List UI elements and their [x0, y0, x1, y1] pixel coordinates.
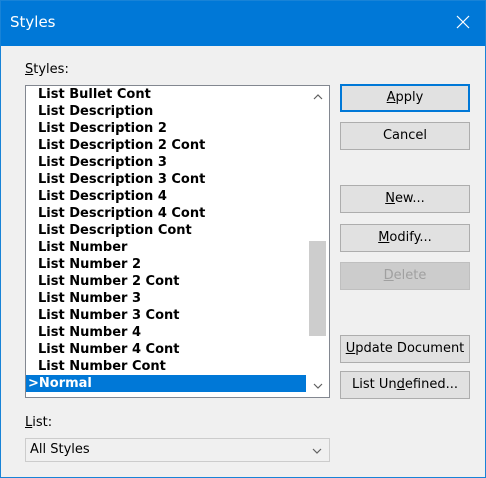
style-list-item[interactable]: List Description 4 Cont	[26, 205, 306, 222]
style-list-item[interactable]: List Number 2	[26, 256, 306, 273]
style-list-item[interactable]: List Bullet Cont	[26, 86, 306, 103]
style-list-item[interactable]: List Description 2	[26, 120, 306, 137]
list-filter-dropdown[interactable]: All Styles	[25, 438, 330, 462]
modify-button[interactable]: Modify...	[340, 224, 470, 252]
styles-label: Styles:	[25, 62, 69, 77]
style-list-item[interactable]: List Number Cont	[26, 358, 306, 375]
style-list-item[interactable]: List Description 4	[26, 188, 306, 205]
scrollbar-thumb[interactable]	[309, 241, 326, 336]
delete-button[interactable]: Delete	[340, 262, 470, 290]
style-list-item[interactable]: List Number 2 Cont	[26, 273, 306, 290]
styles-list-items: List Bullet Cont List Description List Des…	[26, 86, 306, 392]
style-list-item[interactable]: List Description	[26, 103, 306, 120]
style-list-item[interactable]: List Number 4 Cont	[26, 341, 306, 358]
scroll-up-arrow-icon[interactable]	[312, 92, 324, 102]
style-list-item[interactable]: List Number 3 Cont	[26, 307, 306, 324]
styles-dialog: Styles Styles: List Bullet Cont List Desc…	[0, 0, 486, 478]
chevron-down-icon	[312, 448, 322, 454]
list-filter-value: All Styles	[30, 442, 90, 457]
style-list-item[interactable]: >Normal	[26, 375, 306, 392]
style-list-item[interactable]: List Number	[26, 239, 306, 256]
list-undefined-button[interactable]: List Undefined...	[340, 371, 470, 399]
apply-button[interactable]: Apply	[340, 84, 470, 112]
style-list-item[interactable]: List Description 2 Cont	[26, 137, 306, 154]
style-list-item[interactable]: List Description Cont	[26, 222, 306, 239]
cancel-button[interactable]: Cancel	[340, 122, 470, 150]
styles-listbox[interactable]: List Bullet Cont List Description List Des…	[25, 85, 330, 398]
list-label: List:	[25, 415, 53, 430]
style-list-item[interactable]: List Number 3	[26, 290, 306, 307]
title-bar: Styles	[1, 1, 485, 46]
style-list-item[interactable]: List Number 4	[26, 324, 306, 341]
style-list-item[interactable]: List Description 3 Cont	[26, 171, 306, 188]
update-document-button[interactable]: Update Document	[340, 335, 470, 363]
scroll-down-arrow-icon[interactable]	[312, 381, 324, 391]
close-icon[interactable]	[451, 10, 475, 34]
style-list-item[interactable]: List Description 3	[26, 154, 306, 171]
vertical-scrollbar[interactable]	[307, 86, 329, 397]
new-button[interactable]: New...	[340, 185, 470, 213]
window-title: Styles	[10, 13, 56, 31]
